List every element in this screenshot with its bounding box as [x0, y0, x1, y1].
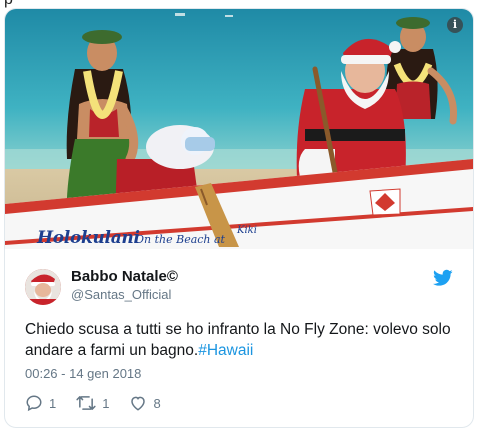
tweet-photo[interactable]: i Holokulani On the Beach at Kiki	[5, 9, 473, 249]
hashtag-link[interactable]: #Hawaii	[198, 342, 253, 359]
partial-header: p	[0, 0, 486, 8]
user-handle[interactable]: @Santas_Official	[71, 287, 171, 302]
like-button[interactable]: 8	[129, 394, 161, 412]
canoe-brand-text: Holokulani	[37, 228, 140, 248]
reply-button[interactable]: 1	[25, 394, 56, 412]
display-name[interactable]: Babbo Natale©	[71, 268, 178, 285]
tweet-text: Chiedo scusa a tutti se ho infranto la N…	[25, 319, 455, 361]
info-icon[interactable]: i	[447, 17, 463, 33]
photo-illustration	[5, 9, 473, 249]
like-count: 8	[153, 395, 161, 411]
tweet-actions: 1 1 8	[25, 394, 181, 412]
twitter-bird-icon[interactable]	[433, 269, 453, 287]
reply-icon	[26, 395, 42, 412]
tweet-card[interactable]: i Holokulani On the Beach at Kiki Babbo …	[4, 8, 474, 428]
retweet-button[interactable]: 1	[76, 394, 109, 412]
avatar[interactable]	[25, 269, 61, 305]
retweet-icon	[76, 396, 96, 410]
canoe-sub-text: On the Beach at	[135, 233, 225, 246]
reply-count: 1	[49, 395, 57, 411]
santa-avatar-icon	[25, 269, 61, 305]
retweet-count: 1	[102, 395, 110, 411]
tweet-timestamp[interactable]: 00:26 - 14 gen 2018	[25, 366, 141, 381]
canoe-tail-text: Kiki	[237, 225, 257, 236]
heart-icon	[131, 396, 146, 411]
tweet-body: Babbo Natale© @Santas_Official Chiedo sc…	[5, 249, 473, 427]
